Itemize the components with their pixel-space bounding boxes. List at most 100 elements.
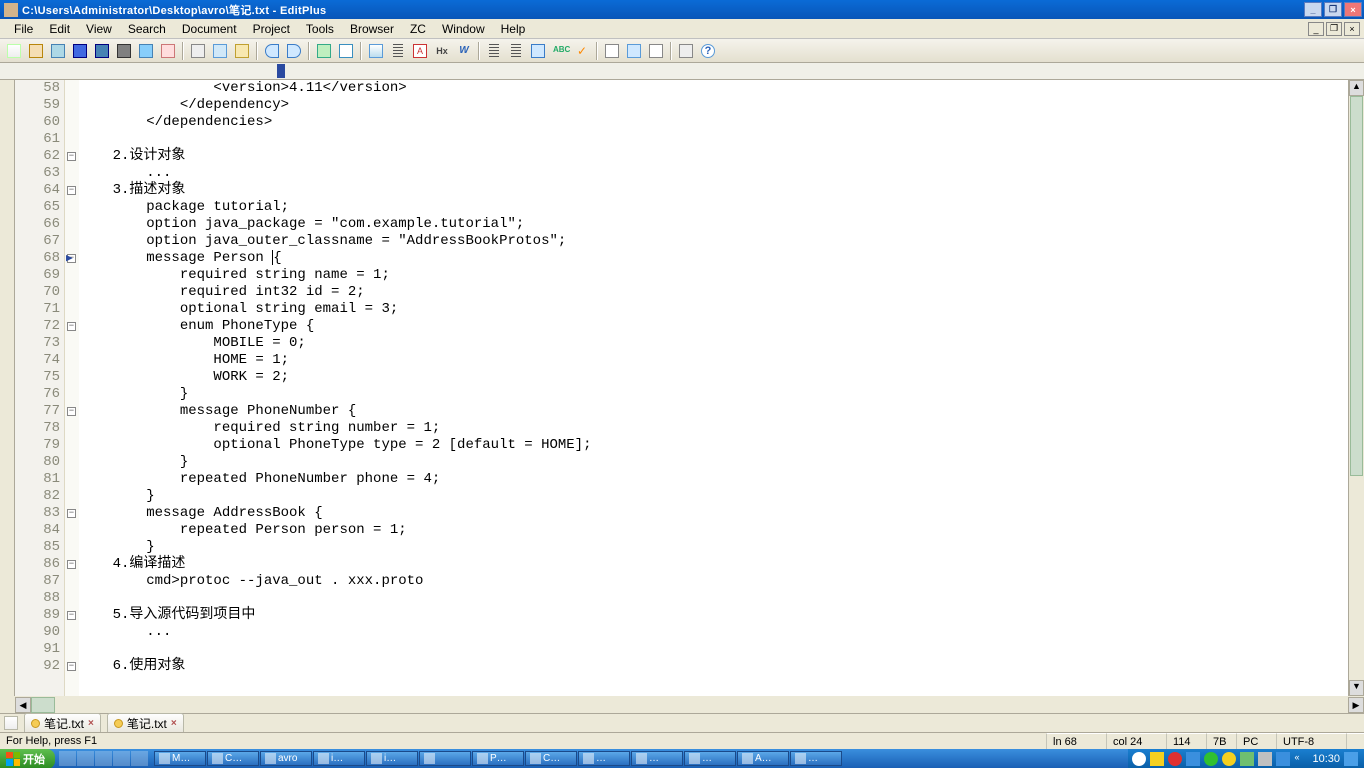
code-line[interactable]: optional string email = 3; <box>79 301 1348 318</box>
editor-area[interactable]: 5859606162636465666768697071727374757677… <box>15 80 1348 696</box>
tray-icon[interactable] <box>1132 752 1146 766</box>
code-line[interactable]: HOME = 1; <box>79 352 1348 369</box>
code-line[interactable]: WORK = 2; <box>79 369 1348 386</box>
menu-window[interactable]: Window <box>434 20 493 38</box>
user-tool2-button[interactable] <box>624 41 644 61</box>
code-line[interactable]: message AddressBook { <box>79 505 1348 522</box>
document-tab[interactable]: 笔记.txt × <box>24 713 101 734</box>
taskbar-task-button[interactable]: M… <box>154 751 206 766</box>
tray-icon[interactable] <box>1276 752 1290 766</box>
code-line[interactable] <box>79 590 1348 607</box>
start-button[interactable]: 开始 <box>0 749 55 768</box>
scroll-up-button[interactable]: ▲ <box>1349 80 1364 96</box>
code-line[interactable]: required int32 id = 2; <box>79 284 1348 301</box>
code-line[interactable]: required string name = 1; <box>79 267 1348 284</box>
user-tool1-button[interactable] <box>602 41 622 61</box>
spell-check-button[interactable]: ABC <box>550 41 570 61</box>
scroll-right-button[interactable]: ▶ <box>1348 697 1364 713</box>
code-line[interactable]: 2.设计对象 <box>79 148 1348 165</box>
code-line[interactable]: <version>4.11</version> <box>79 80 1348 97</box>
mdi-restore-button[interactable]: ❐ <box>1326 22 1342 36</box>
tray-clock[interactable]: 10:30 <box>1312 753 1340 765</box>
close-button[interactable]: × <box>1344 2 1362 17</box>
tray-icon[interactable] <box>1240 752 1254 766</box>
taskbar-task-button[interactable]: C… <box>525 751 577 766</box>
browser-preview-button[interactable] <box>528 41 548 61</box>
cut-button[interactable] <box>188 41 208 61</box>
open-remote-button[interactable] <box>48 41 68 61</box>
vertical-scrollbar[interactable]: ▲ ▼ <box>1348 80 1364 696</box>
indent-right-button[interactable] <box>506 41 526 61</box>
menu-edit[interactable]: Edit <box>41 20 78 38</box>
code-line[interactable]: ... <box>79 624 1348 641</box>
save-button[interactable] <box>70 41 90 61</box>
code-line[interactable]: } <box>79 386 1348 403</box>
taskbar-task-button[interactable]: C… <box>207 751 259 766</box>
tab-close-icon[interactable]: × <box>88 718 94 729</box>
code-line[interactable]: </dependencies> <box>79 114 1348 131</box>
code-line[interactable]: cmd>protoc --java_out . xxx.proto <box>79 573 1348 590</box>
taskbar-task-button[interactable] <box>419 751 471 766</box>
scroll-down-button[interactable]: ▼ <box>1349 680 1364 696</box>
quick-launch-item[interactable] <box>77 751 94 766</box>
code-line[interactable]: 4.编译描述 <box>79 556 1348 573</box>
fold-toggle-icon[interactable]: − <box>67 322 76 331</box>
menu-document[interactable]: Document <box>174 20 245 38</box>
code-line[interactable]: optional PhoneType type = 2 [default = H… <box>79 437 1348 454</box>
hscroll-thumb[interactable] <box>31 697 55 713</box>
code-line[interactable]: } <box>79 539 1348 556</box>
menu-file[interactable]: File <box>6 20 41 38</box>
taskbar-task-button[interactable]: … <box>684 751 736 766</box>
tray-icon[interactable] <box>1204 752 1218 766</box>
word-button[interactable]: W <box>454 41 474 61</box>
fold-toggle-icon[interactable]: − <box>67 152 76 161</box>
code-line[interactable]: </dependency> <box>79 97 1348 114</box>
tray-expand-icon[interactable]: « <box>1294 752 1308 766</box>
tab-close-icon[interactable]: × <box>171 718 177 729</box>
copy-button[interactable] <box>210 41 230 61</box>
help-button[interactable]: ? <box>698 41 718 61</box>
tray-icon[interactable] <box>1344 752 1358 766</box>
menu-search[interactable]: Search <box>120 20 174 38</box>
quick-launch-item[interactable] <box>95 751 112 766</box>
paste-button[interactable] <box>232 41 252 61</box>
quick-launch-item[interactable] <box>131 751 148 766</box>
code-line[interactable]: ... <box>79 165 1348 182</box>
indent-left-button[interactable] <box>484 41 504 61</box>
menu-view[interactable]: View <box>78 20 120 38</box>
scrollbar-thumb[interactable] <box>1350 96 1363 476</box>
tray-icon[interactable] <box>1186 752 1200 766</box>
fold-toggle-icon[interactable]: − <box>67 662 76 671</box>
fold-toggle-icon[interactable]: − <box>67 509 76 518</box>
open-file-button[interactable] <box>26 41 46 61</box>
code-line[interactable]: enum PhoneType { <box>79 318 1348 335</box>
code-line[interactable]: required string number = 1; <box>79 420 1348 437</box>
menu-project[interactable]: Project <box>245 20 298 38</box>
fold-toggle-icon[interactable]: − <box>67 407 76 416</box>
code-line[interactable]: 6.使用对象 <box>79 658 1348 675</box>
horizontal-scrollbar[interactable]: ◀ ▶ <box>0 696 1364 713</box>
find-button[interactable] <box>314 41 334 61</box>
code-line[interactable]: repeated PhoneNumber phone = 4; <box>79 471 1348 488</box>
syntax-check-button[interactable]: ✓ <box>572 41 592 61</box>
document-tab[interactable]: 笔记.txt × <box>107 713 184 734</box>
tray-icon[interactable] <box>1258 752 1272 766</box>
print-button[interactable] <box>114 41 134 61</box>
code-line[interactable]: message Person { <box>79 250 1348 267</box>
code-line[interactable]: MOBILE = 0; <box>79 335 1348 352</box>
taskbar-task-button[interactable]: A… <box>737 751 789 766</box>
taskbar-task-button[interactable]: i… <box>313 751 365 766</box>
tray-icon[interactable] <box>1222 752 1236 766</box>
font-button[interactable]: A <box>410 41 430 61</box>
code-line[interactable]: } <box>79 488 1348 505</box>
redo-button[interactable] <box>284 41 304 61</box>
new-file-button[interactable] <box>4 41 24 61</box>
undo-button[interactable] <box>262 41 282 61</box>
fold-toggle-icon[interactable]: − <box>67 560 76 569</box>
save-all-button[interactable] <box>92 41 112 61</box>
taskbar-task-button[interactable]: … <box>578 751 630 766</box>
new-tab-button[interactable] <box>4 716 18 730</box>
menu-zc[interactable]: ZC <box>402 20 434 38</box>
fold-toggle-icon[interactable]: − <box>67 186 76 195</box>
code-line[interactable]: package tutorial; <box>79 199 1348 216</box>
